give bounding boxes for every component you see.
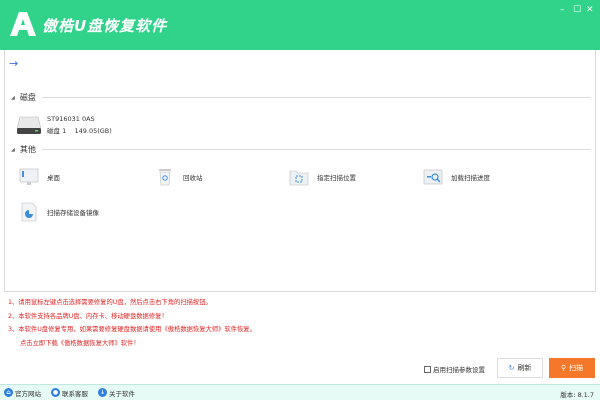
home-icon: ⌂ — [4, 388, 13, 397]
app-title: 傲梏U盘恢复软件 — [42, 17, 168, 35]
item-load-progress[interactable]: 加载扫描进度 — [423, 167, 490, 187]
note-1: 1、请用鼠标左键点击选择需要修复的U盘，然后点击右下角的扫描按钮。 — [8, 299, 212, 306]
app-logo-icon — [10, 12, 36, 36]
item-label: 加载扫描进度 — [451, 174, 490, 182]
item-label: 回收站 — [183, 174, 203, 182]
section-label: 其他 — [19, 145, 36, 154]
section-label: 磁盘 — [19, 93, 36, 102]
item-label: 扫描存储设备镜像 — [47, 209, 99, 217]
item-desktop[interactable]: 桌面 — [19, 167, 60, 187]
item-label: 指定扫描位置 — [317, 174, 356, 182]
disk-model: ST916031 0AS — [47, 115, 95, 123]
link-label: 关于软件 — [109, 389, 135, 398]
load-progress-icon — [423, 169, 443, 185]
drive-panel: → ◢ 磁盘 ST916031 0AS 磁盘 1 149.05(GB) ◢ 其他 桌面… — [4, 50, 596, 292]
minimize-button[interactable]: – — [560, 5, 565, 15]
checkbox-box[interactable] — [424, 365, 431, 373]
note-3: 3、本软件U盘修复专用，如果需要修复硬盘数据请使用《傲梏数据恢复大师》软件恢复。 — [8, 326, 256, 333]
divider — [41, 149, 591, 150]
other-section-header: ◢ 其他 — [11, 144, 591, 155]
scan-params-checkbox[interactable]: 启用扫描参数设置 — [424, 364, 485, 374]
instructions: 1、请用鼠标左键点击选择需要修复的U盘，然后点击右下角的扫描按钮。 2、本软件支… — [8, 296, 256, 350]
search-icon: ⚲ — [560, 364, 567, 372]
link-label: 联系客服 — [62, 389, 88, 398]
official-site-link[interactable]: ⌂ 官方网站 — [4, 388, 41, 398]
collapse-triangle-icon[interactable]: ◢ — [11, 95, 15, 101]
item-disk-image[interactable]: 扫描存储设备镜像 — [19, 202, 99, 222]
contact-support-link[interactable]: ● 联系客服 — [51, 388, 88, 398]
disk-image-icon — [21, 202, 37, 222]
disk-section-header: ◢ 磁盘 — [11, 92, 591, 103]
item-recycle-bin[interactable]: 回收站 — [155, 167, 203, 187]
note-2: 2、本软件支持各品牌U盘、内存卡、移动硬盘数据修复！ — [8, 312, 168, 320]
status-bar: ⌂ 官方网站 ● 联系客服 ↓ 关于软件 版本: 8.1.7 — [0, 384, 600, 400]
refresh-button[interactable]: ↻ 刷新 — [497, 358, 543, 378]
hard-drive-icon — [17, 116, 41, 134]
item-scan-location[interactable]: 指定扫描位置 — [289, 167, 356, 187]
link-label: 官方网站 — [15, 389, 41, 398]
divider — [41, 97, 591, 98]
refresh-icon: ↻ — [508, 364, 515, 372]
desktop-icon — [19, 168, 39, 185]
download-link[interactable]: 点击立即下载《傲梏数据恢复大师》软件！ — [8, 337, 256, 351]
disk-item[interactable]: ST916031 0AS 磁盘 1 149.05(GB) — [17, 113, 112, 137]
version-label: 版本: 8.1.7 — [560, 391, 594, 399]
recycle-bin-icon — [159, 169, 171, 186]
title-bar: 傲梏U盘恢复软件 – ☐ ✕ — [0, 0, 600, 50]
item-label: 桌面 — [47, 174, 60, 182]
refresh-label: 刷新 — [517, 364, 532, 372]
folder-scan-icon — [289, 170, 309, 186]
support-icon: ● — [51, 388, 60, 397]
checkbox-label: 启用扫描参数设置 — [433, 366, 485, 374]
close-button[interactable]: ✕ — [586, 5, 594, 15]
scan-button[interactable]: ⚲ 扫描 — [549, 358, 595, 378]
maximize-button[interactable]: ☐ — [573, 5, 581, 15]
disk-label: 磁盘 1 — [47, 127, 67, 135]
back-arrow-icon[interactable]: → — [9, 57, 18, 70]
info-icon: ↓ — [98, 388, 107, 397]
scan-label: 扫描 — [569, 364, 584, 372]
about-link[interactable]: ↓ 关于软件 — [98, 388, 135, 398]
disk-size: 149.05(GB) — [74, 127, 112, 135]
collapse-triangle-icon[interactable]: ◢ — [11, 147, 15, 153]
